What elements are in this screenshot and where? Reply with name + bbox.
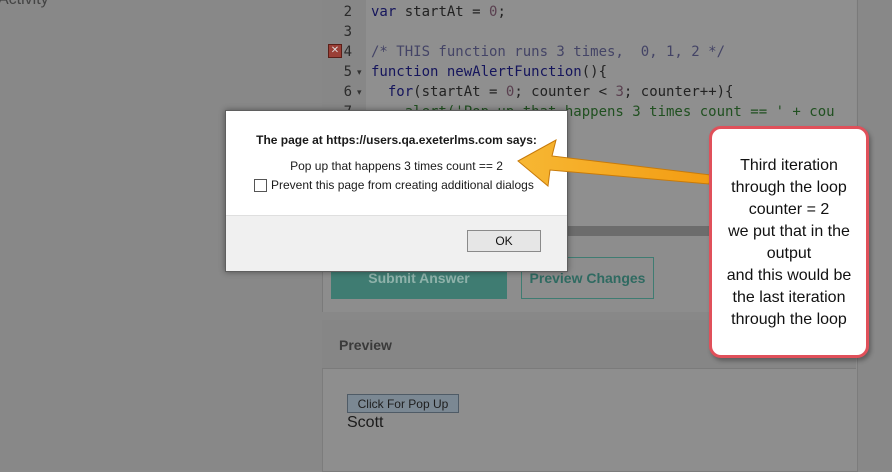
callout-line: the last iteration <box>732 289 846 306</box>
callout-line: we put that in the <box>728 223 850 240</box>
annotation-callout: Third iteration through the loop counter =… <box>709 126 869 358</box>
callout-line: and this would be <box>726 267 852 284</box>
callout-line: output <box>766 245 812 262</box>
arrow-shape <box>517 139 712 187</box>
callout-line: through the loop <box>731 179 847 196</box>
callout-line: counter = 2 <box>748 201 830 218</box>
callout-line: Third iteration <box>740 157 838 174</box>
callout-line: through the loop <box>731 311 847 328</box>
